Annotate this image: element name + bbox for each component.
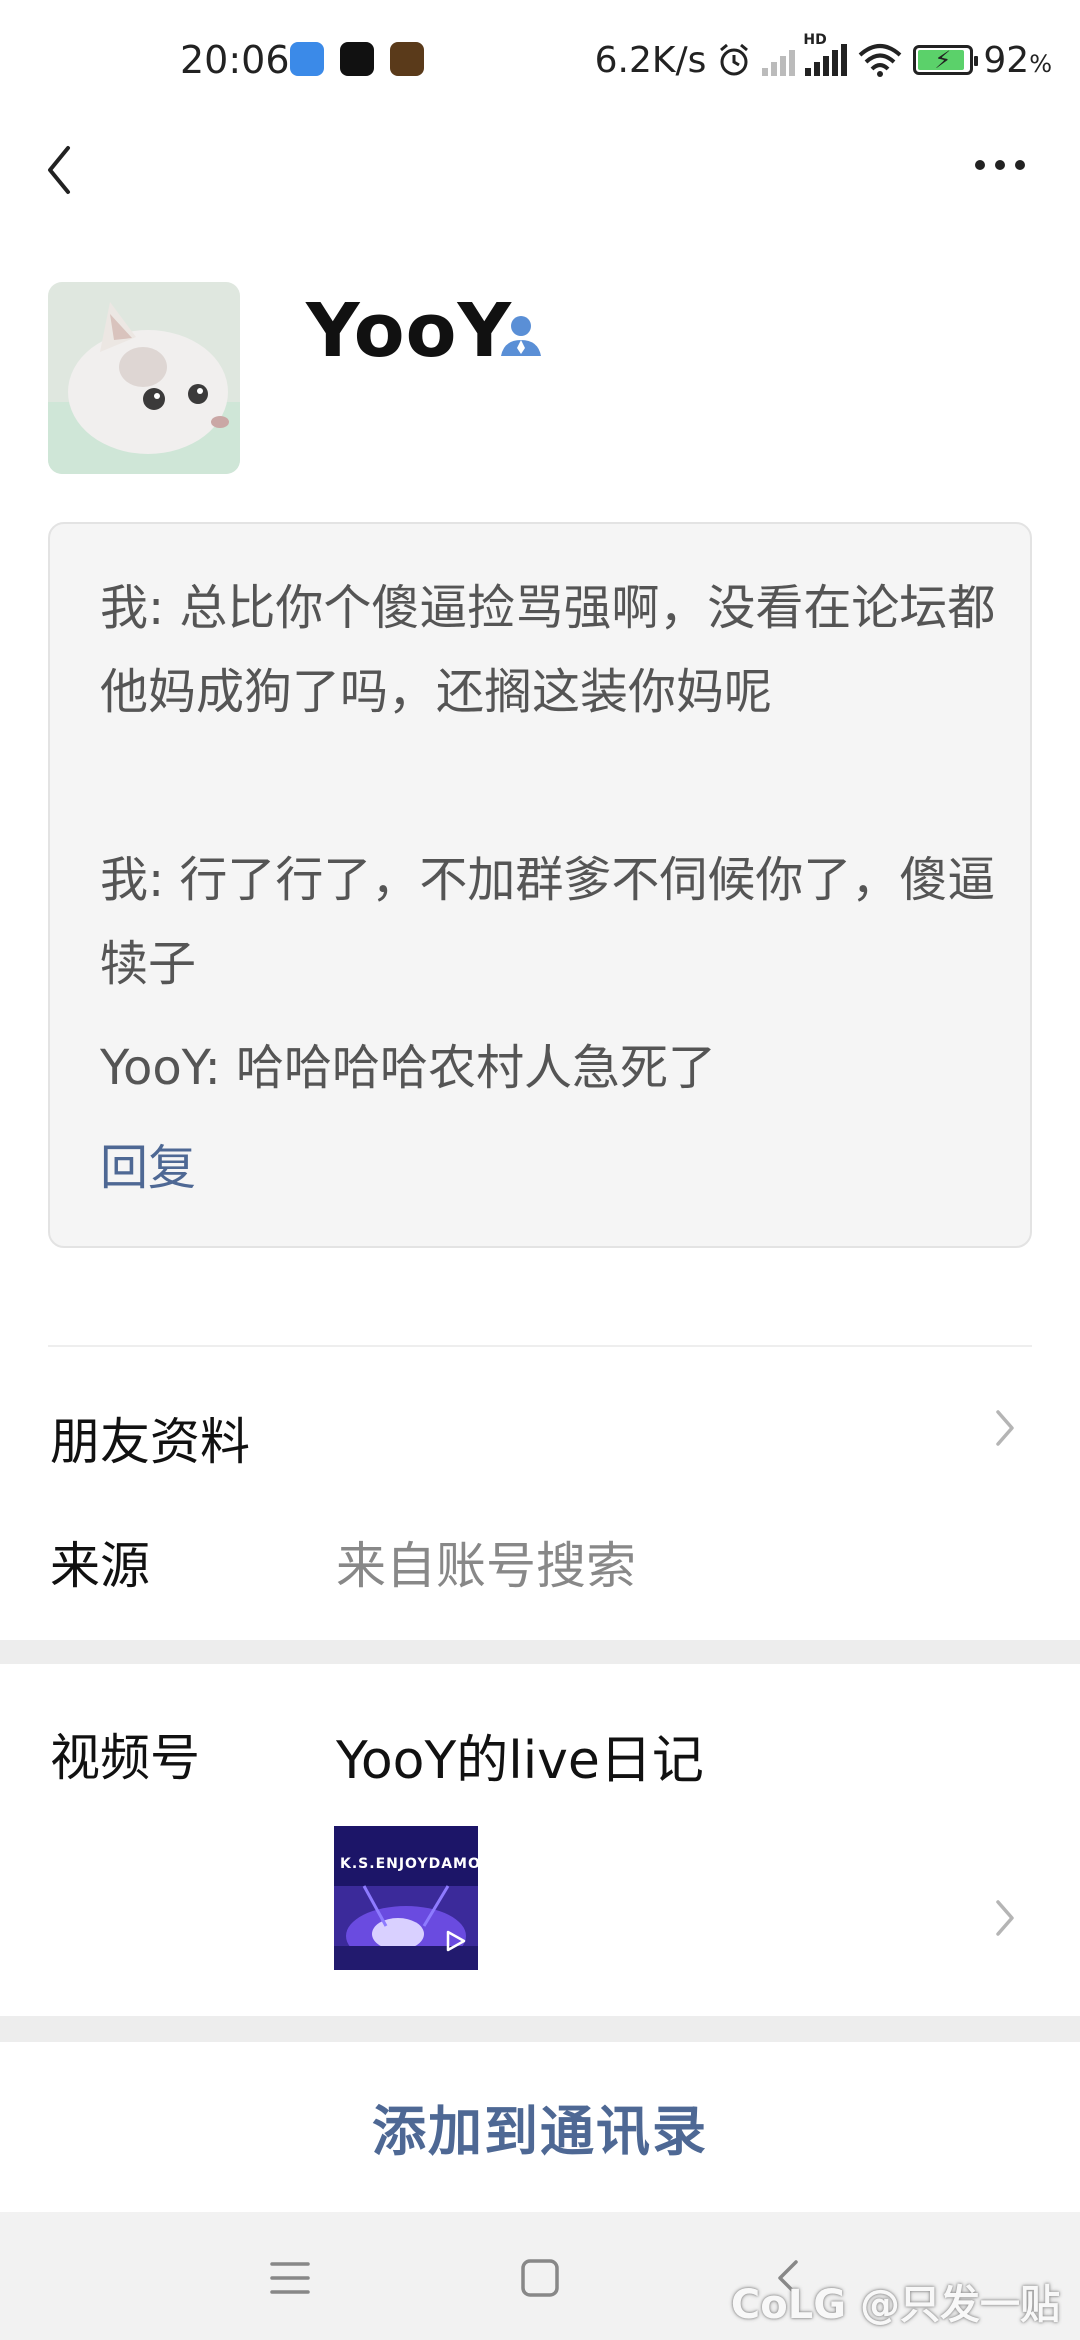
wifi-icon [859,44,902,77]
menu-icon[interactable] [268,2256,312,2300]
top-bar [0,120,1080,210]
network-speed: 6.2K/s [594,39,707,81]
source-label: 来源 [50,1537,150,1595]
message-line: 我: 总比你个傻逼捡骂强啊，没看在论坛都他妈成狗了吗，还搁这装你妈呢 [100,580,996,720]
status-time: 20:06 [180,38,290,82]
source-row: 来源 来自账号搜索 [0,1500,1080,1610]
reply-link[interactable]: 回复 [100,1128,196,1198]
section-gap [0,2016,1080,2042]
watermark: CoLG @只发一贴 [730,2282,1060,2328]
friend-info-row[interactable]: 朋友资料 [0,1350,1080,1471]
message-preview-box: 我: 总比你个傻逼捡骂强啊，没看在论坛都他妈成狗了吗，还搁这装你妈呢 我: 行了… [48,522,1032,1248]
profile-name: YooY [306,288,513,374]
chevron-right-icon [996,1410,1014,1446]
battery-percent: 92% [983,39,1052,81]
status-indicators: 6.2K/s HD ⚡ 92% [594,32,1052,82]
status-bar: 20:06 6.2K/s HD ⚡ 92% [0,0,1080,120]
game-app-icon [390,42,424,76]
source-value: 来自账号搜索 [336,1537,636,1595]
back-arrow-icon[interactable] [40,140,84,200]
calendar-app-icon [290,42,324,76]
channels-label: 视频号 [50,1729,200,1787]
avatar[interactable] [48,282,240,474]
more-options-icon[interactable] [970,150,1030,180]
friend-info-label: 朋友资料 [50,1413,250,1471]
add-to-contacts-button[interactable]: 添加到通讯录 [0,2042,1080,2210]
channels-row[interactable]: 视频号 [0,1664,1080,2016]
contact-person-icon [501,316,541,356]
battery-icon: ⚡ [913,45,979,75]
play-icon [446,1930,466,1952]
section-gap [0,1640,1080,1664]
signal-sim2-icon [762,44,796,76]
chevron-right-icon [996,1900,1014,1936]
video-thumbnail[interactable]: K.S.ENJOYDAMONE [334,1826,478,1970]
system-navigation-bar: CoLG @只发一贴 [0,2212,1080,2340]
divider [48,1345,1032,1347]
music-app-icon [340,42,374,76]
signal-sim1-icon: HD [803,32,848,76]
alarm-icon [720,43,749,76]
message-line: YooY: 哈哈哈哈农村人急死了 [100,1040,717,1096]
channels-name: YooY的live日记 [336,1731,704,1791]
home-icon[interactable] [518,2256,562,2300]
thumbnail-caption: K.S.ENJOYDAMONE [340,1856,478,1872]
message-line: 我: 行了行了，不加群爹不伺候你了，傻逼犊子 [100,852,996,992]
add-to-contacts-label: 添加到通讯录 [372,2099,708,2163]
